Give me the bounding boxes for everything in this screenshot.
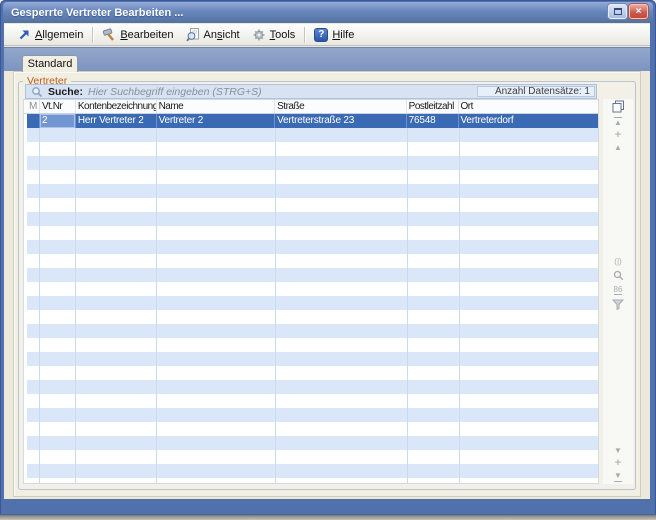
column-header-vtnr[interactable]: Vt.Nr [40,100,76,113]
arrow-up-icon[interactable]: ▲ [614,144,622,152]
table-row-empty[interactable] [27,254,598,268]
table-row-empty[interactable] [27,450,598,464]
tab-standard[interactable]: Standard [22,55,78,72]
help-icon: ? [314,28,328,42]
column-header-kontenbezeichnung[interactable]: Kontenbezeichnung [76,100,157,113]
table-row-empty[interactable] [27,352,598,366]
column-width-icon[interactable]: (|) [614,257,621,266]
table-row-empty[interactable] [27,366,598,380]
toolbar-label-allgemein: Allgemein [35,29,83,41]
scroll-to-bottom-icon[interactable]: ▼ [614,472,622,482]
cell-ort[interactable]: Vertreterdorf [459,114,599,128]
empty-rows [24,128,598,483]
restore-button[interactable] [608,4,627,19]
magnifier-page-icon [186,28,200,42]
table-row-empty[interactable] [27,380,598,394]
cell-vtnr[interactable]: 2 [40,114,76,128]
titlebar-buttons: × [608,4,648,19]
column-header-ort[interactable]: Ort [459,100,599,113]
cell-strasse[interactable]: Vertreterstraße 23 [275,114,407,128]
zoom-icon[interactable] [613,270,624,281]
gear-icon [252,28,266,42]
toolbar-label-hilfe: Hilfe [332,29,354,41]
add-record-icon[interactable]: + [615,131,621,140]
toolbar-label-tools: Tools [270,29,296,41]
table-row-empty[interactable] [27,338,598,352]
column-header-strasse[interactable]: Straße [275,100,407,113]
arrow-down-icon[interactable]: ▼ [614,447,622,455]
table-row-empty[interactable] [27,198,598,212]
vertreter-table: M Vt.Nr Kontenbezeichnung Name Straße Po… [23,99,599,484]
table-row-empty[interactable] [27,408,598,422]
restore-icon [614,8,622,15]
hammer-icon [102,28,116,42]
search-input[interactable]: Hier Suchbegriff eingeben (STRG+S) [88,86,262,98]
toolbar-separator [304,27,305,43]
copy-icon[interactable] [612,100,625,113]
table-row-empty[interactable] [27,478,598,483]
toolbar-item-bearbeiten[interactable]: Bearbeiten [96,26,179,44]
table-row-empty[interactable] [27,142,598,156]
table-row-empty[interactable] [27,394,598,408]
table-row-empty[interactable] [27,296,598,310]
table-row-empty[interactable] [27,436,598,450]
groupbox-vertreter: Vertreter Suche: Hier Suchbegriff eingeb… [18,81,636,490]
close-icon: × [636,6,642,18]
table-row-empty[interactable] [27,240,598,254]
record-count-badge: Anzahl Datensätze: 1 [477,86,595,97]
window-title: Gesperrte Vertreter Bearbeiten ... [3,7,183,19]
toolbar-label-bearbeiten: Bearbeiten [120,29,173,41]
table-row-empty[interactable] [27,310,598,324]
table-row-empty[interactable] [27,128,598,142]
cell-name[interactable]: Vertreter 2 [157,114,276,128]
table-body: 2 Herr Vertreter 2 Vertreter 2 Vertreter… [24,114,598,483]
column-header-name[interactable]: Name [157,100,276,113]
titlebar[interactable]: Gesperrte Vertreter Bearbeiten ... × [3,2,653,23]
window-frame: Gesperrte Vertreter Bearbeiten ... × All… [0,0,656,520]
table-row-empty[interactable] [27,184,598,198]
arrow-up-right-icon [18,28,31,41]
close-button[interactable]: × [629,4,648,19]
cell-m[interactable] [27,114,40,128]
filter-icon[interactable] [612,299,624,310]
tab-strip: Standard [4,47,650,71]
toolbar: Allgemein Bearbeiten Ansicht [4,24,650,46]
sum-icon[interactable]: 86 [614,285,623,295]
toolbar-item-allgemein[interactable]: Allgemein [12,26,89,43]
window-bottom-shadow [0,514,656,520]
cell-postleitzahl[interactable]: 76548 [407,114,459,128]
table-row-empty[interactable] [27,226,598,240]
column-header-postleitzahl[interactable]: Postleitzahl [407,100,459,113]
toolbar-item-ansicht[interactable]: Ansicht [180,26,246,44]
search-label: Suche: [48,86,83,98]
table-row-empty[interactable] [27,268,598,282]
table-row-empty[interactable] [27,156,598,170]
toolbar-item-tools[interactable]: Tools [246,26,302,44]
column-header-m[interactable]: M [27,100,40,113]
toolbar-item-hilfe[interactable]: ? Hilfe [308,26,360,44]
insert-record-icon[interactable]: + [615,459,621,468]
scroll-to-top-icon[interactable]: ▲ [614,117,622,127]
tab-page: Vertreter Suche: Hier Suchbegriff eingeb… [13,71,641,497]
client-area: Allgemein Bearbeiten Ansicht [4,23,650,499]
table-row-selected[interactable]: 2 Herr Vertreter 2 Vertreter 2 Vertreter… [27,114,598,128]
table-row-empty[interactable] [27,464,598,478]
table-row-empty[interactable] [27,422,598,436]
table-row-empty[interactable] [27,282,598,296]
search-bar[interactable]: Suche: Hier Suchbegriff eingeben (STRG+S… [25,84,597,99]
search-icon [31,86,43,98]
side-toolbar: ▲ + ▲ (|) 86 [603,99,633,484]
table-row-empty[interactable] [27,212,598,226]
table-header: M Vt.Nr Kontenbezeichnung Name Straße Po… [24,100,598,114]
toolbar-label-ansicht: Ansicht [204,29,240,41]
table-row-empty[interactable] [27,170,598,184]
toolbar-separator [92,27,93,43]
cell-kontenbezeichnung[interactable]: Herr Vertreter 2 [76,114,157,128]
table-row-empty[interactable] [27,324,598,338]
